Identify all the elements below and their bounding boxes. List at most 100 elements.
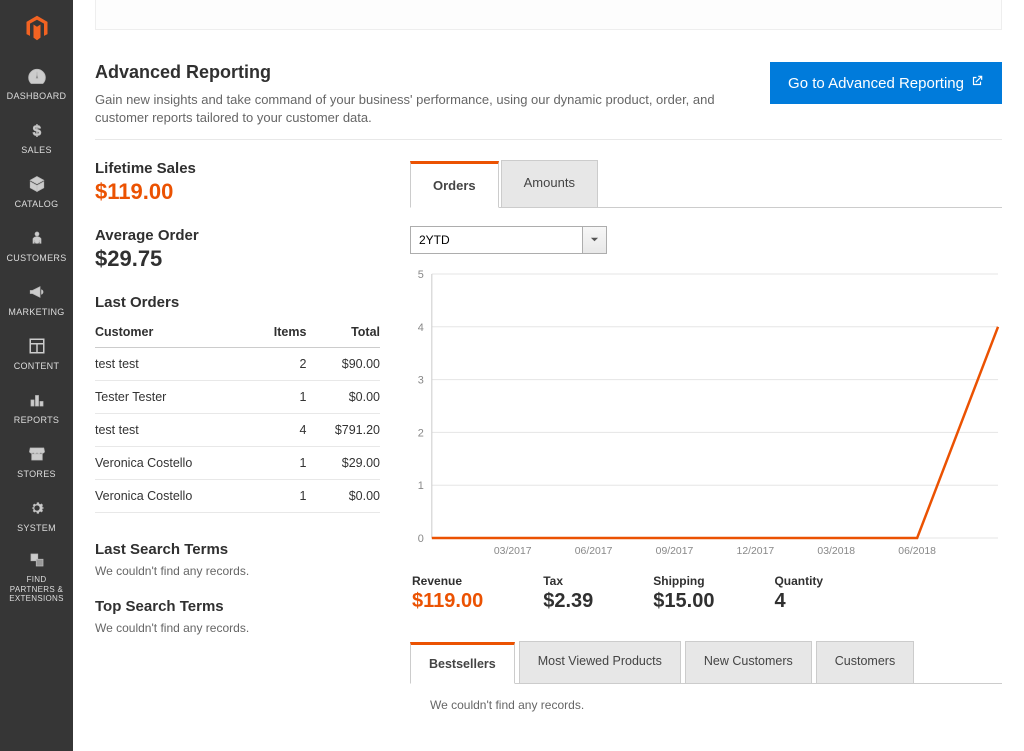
svg-text:$: $ — [32, 122, 41, 139]
cell-items: 4 — [253, 414, 306, 447]
advanced-reporting-section: Advanced Reporting Gain new insights and… — [95, 50, 1002, 140]
metric-label: Revenue — [412, 574, 483, 588]
average-order-block: Average Order $29.75 — [95, 227, 380, 272]
chevron-down-icon — [590, 231, 599, 249]
sidebar-item-label: MARKETING — [8, 307, 64, 317]
svg-text:12/2017: 12/2017 — [737, 546, 775, 557]
table-row[interactable]: Tester Tester 1 $0.00 — [95, 381, 380, 414]
button-label: Go to Advanced Reporting — [788, 75, 964, 92]
sidebar-item-dashboard[interactable]: DASHBOARD — [0, 55, 73, 109]
sidebar-item-stores[interactable]: STORES — [0, 433, 73, 487]
lifetime-sales-label: Lifetime Sales — [95, 160, 380, 177]
col-header-items: Items — [253, 317, 306, 348]
table-row[interactable]: Veronica Costello 1 $29.00 — [95, 447, 380, 480]
tab-amounts[interactable]: Amounts — [501, 160, 598, 207]
metric-shipping: Shipping $15.00 — [653, 574, 714, 613]
sidebar-item-system[interactable]: SYSTEM — [0, 487, 73, 541]
cell-items: 2 — [253, 348, 306, 381]
chart-tabs: Orders Amounts — [410, 160, 1002, 208]
sidebar-item-partners[interactable]: FIND PARTNERS & EXTENSIONS — [0, 541, 73, 612]
sidebar-item-reports[interactable]: REPORTS — [0, 379, 73, 433]
last-orders-table: Customer Items Total test test 2 $90.00T… — [95, 317, 380, 513]
tab-bestsellers[interactable]: Bestsellers — [410, 642, 515, 684]
cell-customer: Veronica Costello — [95, 480, 253, 513]
period-select[interactable] — [410, 226, 583, 254]
tab-most-viewed[interactable]: Most Viewed Products — [519, 641, 681, 683]
svg-text:5: 5 — [418, 269, 424, 281]
chart-metrics: Revenue $119.00 Tax $2.39 Shipping $15.0… — [410, 574, 1002, 613]
sidebar-item-label: SALES — [21, 145, 52, 155]
metric-quantity: Quantity 4 — [774, 574, 823, 613]
metric-label: Tax — [543, 574, 593, 588]
orders-chart: 01234503/201706/201709/201712/201703/201… — [406, 268, 1002, 560]
cube-icon — [26, 173, 48, 195]
cell-total: $791.20 — [306, 414, 380, 447]
magento-logo[interactable] — [0, 0, 73, 55]
admin-sidebar: DASHBOARD $ SALES CATALOG CUSTOMERS MARK… — [0, 0, 73, 751]
external-link-icon — [970, 74, 984, 92]
cell-customer: test test — [95, 348, 253, 381]
sidebar-item-label: DASHBOARD — [7, 91, 67, 101]
lifetime-sales-value: $119.00 — [95, 179, 380, 205]
metric-tax: Tax $2.39 — [543, 574, 593, 613]
sidebar-item-label: REPORTS — [14, 415, 59, 425]
bar-chart-icon — [26, 389, 48, 411]
bottom-tabs: Bestsellers Most Viewed Products New Cus… — [410, 641, 1002, 684]
metric-label: Shipping — [653, 574, 714, 588]
top-search-empty: We couldn't find any records. — [95, 621, 380, 635]
period-dropdown-button[interactable] — [583, 226, 607, 254]
sidebar-item-label: FIND PARTNERS & EXTENSIONS — [4, 575, 69, 604]
table-row[interactable]: test test 4 $791.20 — [95, 414, 380, 447]
cell-customer: Tester Tester — [95, 381, 253, 414]
megaphone-icon — [26, 281, 48, 303]
sidebar-item-customers[interactable]: CUSTOMERS — [0, 217, 73, 271]
main-content: Advanced Reporting Gain new insights and… — [73, 0, 1024, 751]
svg-text:0: 0 — [418, 533, 424, 545]
svg-text:1: 1 — [418, 481, 424, 493]
col-header-total: Total — [306, 317, 380, 348]
metric-value: $2.39 — [543, 590, 593, 613]
svg-text:4: 4 — [418, 322, 424, 334]
advanced-reporting-title: Advanced Reporting — [95, 62, 735, 83]
sidebar-item-sales[interactable]: $ SALES — [0, 109, 73, 163]
table-row[interactable]: Veronica Costello 1 $0.00 — [95, 480, 380, 513]
sidebar-item-label: STORES — [17, 469, 56, 479]
metric-value: $119.00 — [412, 590, 483, 613]
sidebar-item-label: SYSTEM — [17, 523, 56, 533]
go-to-advanced-reporting-button[interactable]: Go to Advanced Reporting — [770, 62, 1002, 104]
storefront-icon — [26, 443, 48, 465]
sidebar-item-marketing[interactable]: MARKETING — [0, 271, 73, 325]
table-row[interactable]: test test 2 $90.00 — [95, 348, 380, 381]
cell-items: 1 — [253, 381, 306, 414]
sidebar-item-content[interactable]: CONTENT — [0, 325, 73, 379]
tab-orders[interactable]: Orders — [410, 161, 499, 208]
svg-text:03/2017: 03/2017 — [494, 546, 532, 557]
tab-new-customers[interactable]: New Customers — [685, 641, 812, 683]
top-search-title: Top Search Terms — [95, 598, 380, 615]
last-search-title: Last Search Terms — [95, 541, 380, 558]
cell-total: $29.00 — [306, 447, 380, 480]
average-order-label: Average Order — [95, 227, 380, 244]
svg-text:06/2018: 06/2018 — [898, 546, 936, 557]
cell-customer: test test — [95, 414, 253, 447]
metric-label: Quantity — [774, 574, 823, 588]
svg-text:09/2017: 09/2017 — [656, 546, 694, 557]
lifetime-sales-block: Lifetime Sales $119.00 — [95, 160, 380, 205]
svg-text:2: 2 — [418, 428, 424, 440]
last-orders-title: Last Orders — [95, 294, 380, 311]
last-search-empty: We couldn't find any records. — [95, 564, 380, 578]
svg-text:3: 3 — [418, 375, 424, 387]
metric-value: 4 — [774, 590, 823, 613]
person-icon — [26, 227, 48, 249]
layout-icon — [26, 335, 48, 357]
cell-total: $0.00 — [306, 480, 380, 513]
tab-customers[interactable]: Customers — [816, 641, 914, 683]
dollar-icon: $ — [26, 119, 48, 141]
sidebar-item-label: CONTENT — [14, 361, 60, 371]
svg-text:06/2017: 06/2017 — [575, 546, 613, 557]
metric-revenue: Revenue $119.00 — [412, 574, 483, 613]
cell-items: 1 — [253, 447, 306, 480]
notice-banner — [95, 0, 1002, 30]
gauge-icon — [26, 65, 48, 87]
sidebar-item-catalog[interactable]: CATALOG — [0, 163, 73, 217]
